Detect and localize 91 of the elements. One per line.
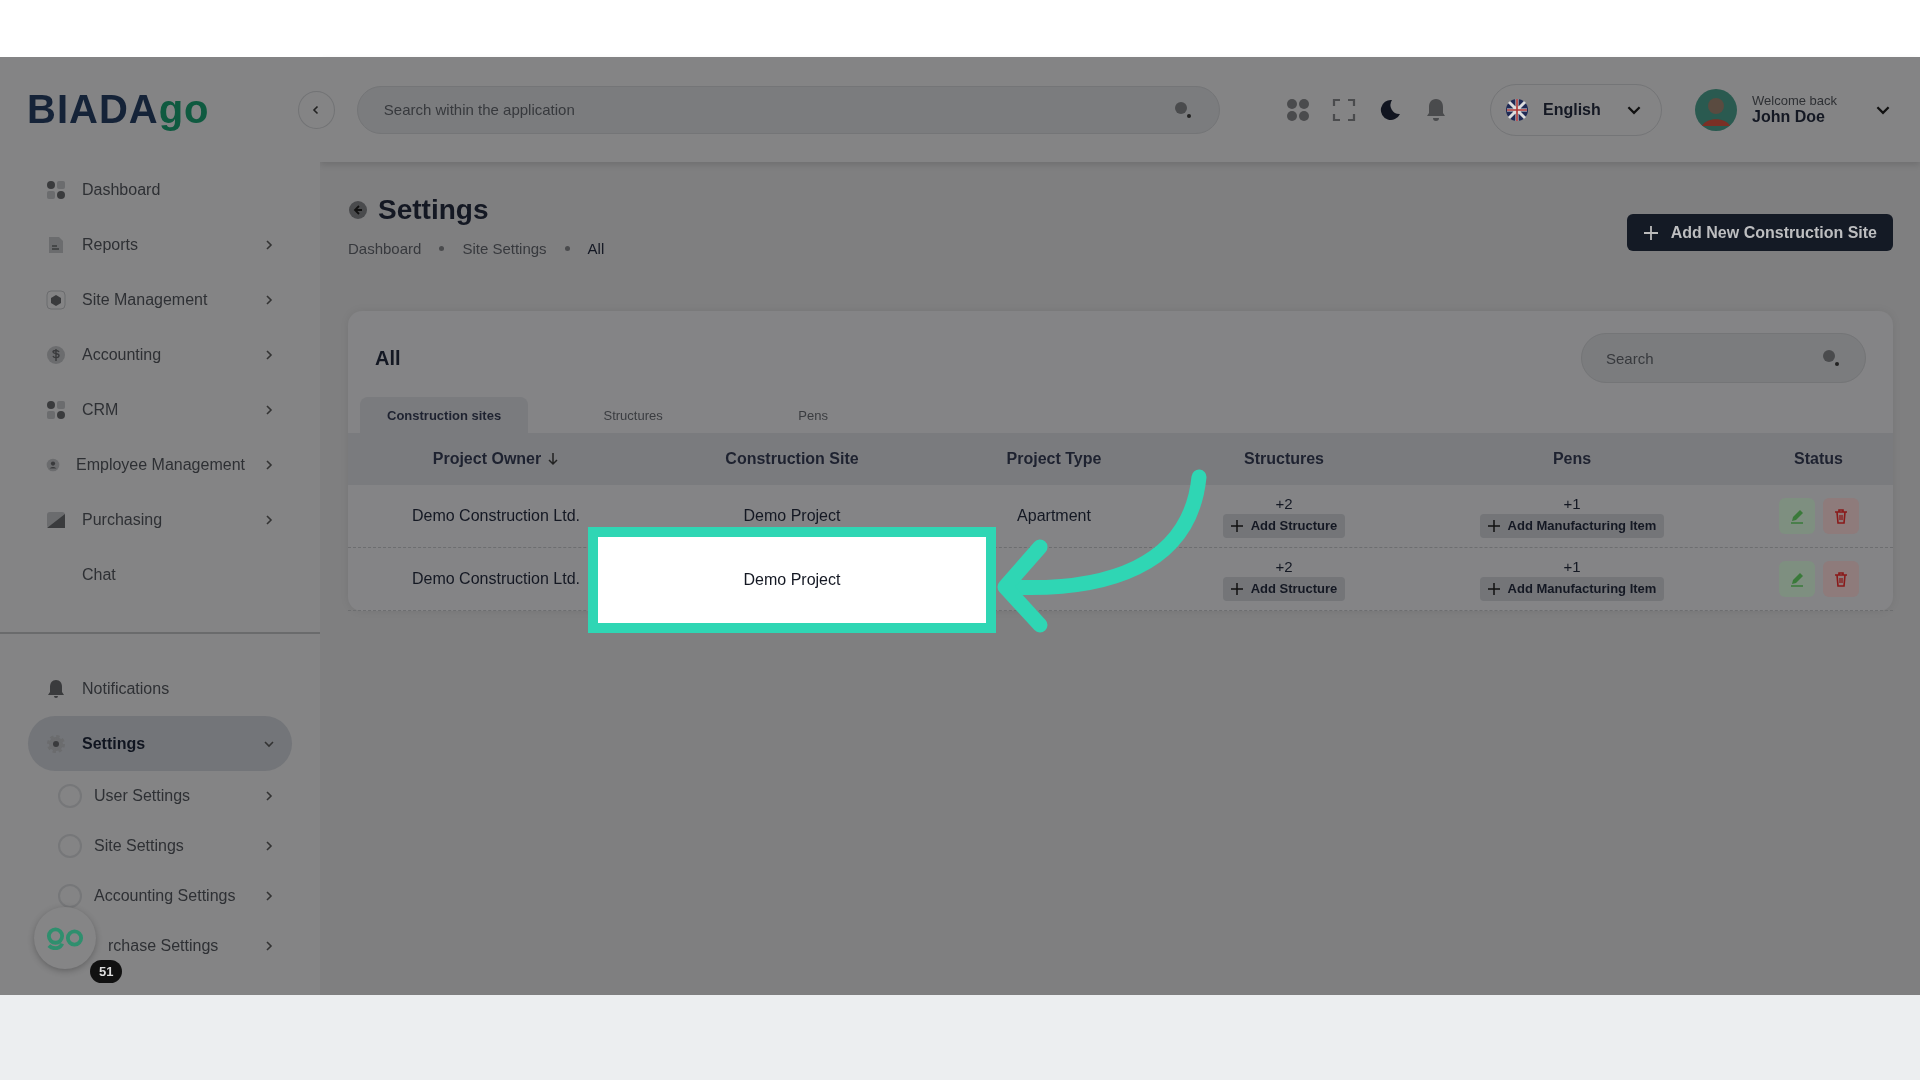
fullscreen-icon[interactable] xyxy=(1332,97,1356,122)
sidebar-item[interactable]: Chat xyxy=(28,547,292,602)
table-cell: Demo Project xyxy=(743,507,841,525)
plus-icon xyxy=(1487,582,1500,595)
avatar-icon xyxy=(1694,87,1738,132)
document-icon xyxy=(46,234,66,255)
chevron-right-icon xyxy=(264,349,274,360)
person-icon xyxy=(46,457,60,472)
chevron-right-icon xyxy=(264,791,274,801)
delete-button[interactable] xyxy=(1822,498,1859,534)
page-title: Settings xyxy=(378,194,489,226)
table-cell: Demo Construction Ltd. xyxy=(411,570,581,588)
apps-icon[interactable] xyxy=(1286,97,1310,122)
highlighted-cell: Demo Project xyxy=(588,527,996,633)
flag-icon xyxy=(1505,97,1529,122)
go-logo-icon xyxy=(46,926,84,950)
search-icon xyxy=(1821,348,1841,368)
plus-icon xyxy=(1230,519,1243,532)
grid-icon xyxy=(46,399,66,420)
count-text: +2 xyxy=(1275,557,1293,575)
sidebar-item[interactable]: Notifications xyxy=(28,661,292,716)
sidebar-subitem[interactable]: User Settings xyxy=(94,787,191,805)
plus-icon xyxy=(1230,582,1243,595)
user-name: John Doe xyxy=(1752,108,1826,126)
search-field[interactable]: Search xyxy=(1581,333,1866,383)
chevron-right-icon xyxy=(264,239,274,250)
search-field[interactable]: Search within the application xyxy=(356,85,1220,134)
table-cell: Demo Construction Ltd. xyxy=(411,507,581,525)
sidebar-item[interactable]: Purchasing xyxy=(28,492,292,547)
column-header[interactable]: Project Owner xyxy=(348,433,644,485)
chevron-right-icon xyxy=(264,404,274,415)
tab[interactable]: Structures xyxy=(558,397,709,433)
column-header[interactable]: Construction Site xyxy=(644,433,940,485)
greeting-text: Welcome back xyxy=(1752,93,1838,108)
add-item-button[interactable]: Add Manufacturing Item xyxy=(1479,513,1665,538)
count-text: +1 xyxy=(1563,557,1581,575)
sort-arrow-icon xyxy=(547,452,560,466)
chevron-right-icon xyxy=(264,294,274,305)
count-text: +1 xyxy=(1563,494,1581,512)
chevron-right-icon xyxy=(264,891,274,901)
tab[interactable]: Pens xyxy=(738,397,889,433)
sidebar-item[interactable]: Employee Management xyxy=(28,437,292,492)
notification-badge: 51 xyxy=(90,960,123,983)
sidebar-item[interactable]: Settings xyxy=(28,716,292,771)
logo: BIADAgo xyxy=(27,87,210,132)
plus-icon xyxy=(1642,224,1659,241)
bell-icon[interactable] xyxy=(1424,97,1448,122)
column-header[interactable]: Pens xyxy=(1400,433,1744,485)
breadcrumb-link[interactable]: Dashboard xyxy=(348,240,422,257)
card-title: All xyxy=(375,346,401,370)
chevron-right-icon xyxy=(264,514,274,525)
add-item-button[interactable]: Add Manufacturing Item xyxy=(1479,576,1665,601)
sidebar-item[interactable]: Dashboard xyxy=(28,162,292,217)
chevron-right-icon xyxy=(264,459,274,470)
column-header[interactable]: Project Type xyxy=(940,433,1168,485)
bell-icon xyxy=(46,678,66,699)
table-cell: Apartment xyxy=(1017,507,1091,525)
sidebar-item[interactable]: Site Management xyxy=(28,272,292,327)
sidebar-item[interactable]: Accounting xyxy=(28,327,292,382)
edit-button[interactable] xyxy=(1778,561,1815,597)
dollar-icon xyxy=(46,344,66,365)
breadcrumb-link[interactable]: Site Settings xyxy=(462,240,547,257)
sidebar-item[interactable]: CRM xyxy=(28,382,292,437)
cube-icon xyxy=(46,289,66,310)
edit-button[interactable] xyxy=(1778,498,1815,534)
moon-icon[interactable] xyxy=(1378,97,1402,122)
chevron-right-icon xyxy=(264,941,274,951)
sidebar-subitem[interactable]: Site Settings xyxy=(94,837,184,855)
user-menu[interactable]: Welcome back John Doe xyxy=(1694,87,1890,132)
plus-icon xyxy=(1487,519,1500,532)
pencil-icon xyxy=(1788,571,1805,587)
grid-icon xyxy=(46,179,66,200)
trash-icon xyxy=(1832,571,1849,587)
count-text: +2 xyxy=(1275,494,1293,512)
help-bubble[interactable] xyxy=(34,907,96,969)
sidebar-item[interactable]: Reports xyxy=(28,217,292,272)
add-structure-button[interactable]: Add Structure xyxy=(1222,513,1346,538)
chevron-right-icon xyxy=(264,841,274,851)
tab[interactable]: Construction sites xyxy=(360,397,529,433)
sidebar-subitem[interactable]: Accounting Settings xyxy=(94,887,236,905)
back-icon[interactable] xyxy=(348,200,368,220)
search-icon xyxy=(1173,99,1193,120)
sidebar-subitem[interactable]: rchase Settings xyxy=(108,937,219,955)
pencil-icon xyxy=(1788,508,1805,524)
add-structure-button[interactable]: Add Structure xyxy=(1222,576,1346,601)
column-header[interactable]: Status xyxy=(1744,433,1893,485)
column-header[interactable]: Structures xyxy=(1168,433,1400,485)
trash-icon xyxy=(1832,508,1849,524)
settings-icon xyxy=(46,733,66,754)
delete-button[interactable] xyxy=(1822,561,1859,597)
add-construction-site-button[interactable]: Add New Construction Site xyxy=(1626,214,1893,251)
